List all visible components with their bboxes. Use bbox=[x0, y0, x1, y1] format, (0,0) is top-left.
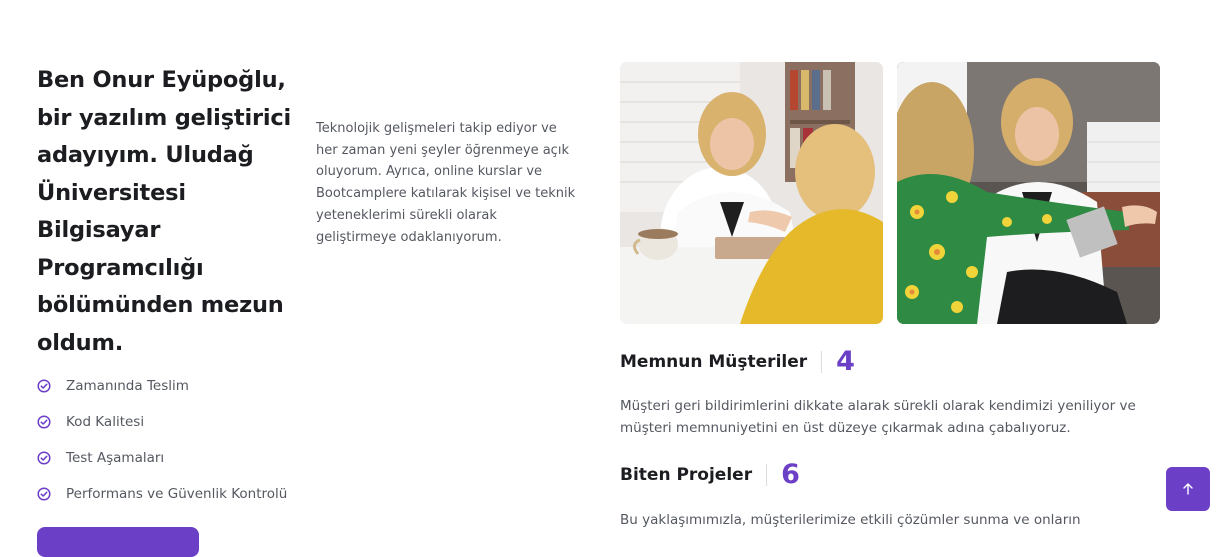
feature-list: Zamanında Teslim Kod Kalitesi Test Aşama… bbox=[37, 368, 287, 512]
feature-item: Kod Kalitesi bbox=[37, 404, 287, 440]
stat-divider bbox=[766, 463, 768, 486]
meeting-photo bbox=[897, 62, 1160, 324]
feature-item: Test Aşamaları bbox=[37, 440, 287, 476]
feature-label: Performans ve Güvenlik Kontrolü bbox=[66, 486, 288, 502]
feature-item: Performans ve Güvenlik Kontrolü bbox=[37, 476, 287, 512]
stat-value: 6 bbox=[781, 459, 800, 490]
stat-title: Memnun Müşteriler bbox=[620, 351, 808, 372]
stat-completed-projects: Biten Projeler 6 bbox=[620, 459, 800, 490]
stat-satisfied-customers: Memnun Müşteriler 4 bbox=[620, 346, 855, 377]
stat-title: Biten Projeler bbox=[620, 464, 753, 485]
scroll-to-top-button[interactable] bbox=[1166, 467, 1210, 511]
stat-description: Bu yaklaşımımızla, müşterilerimize etkil… bbox=[620, 512, 1081, 528]
cta-button[interactable] bbox=[37, 527, 199, 557]
office-handshake-photo bbox=[620, 62, 883, 324]
feature-label: Zamanında Teslim bbox=[66, 378, 189, 394]
arrow-up-icon bbox=[1180, 481, 1196, 497]
stat-value: 4 bbox=[836, 346, 855, 377]
stat-description: Müşteri geri bildirimlerini dikkate alar… bbox=[620, 398, 1136, 436]
feature-label: Kod Kalitesi bbox=[66, 414, 145, 430]
stat-divider bbox=[821, 350, 823, 373]
check-circle-icon bbox=[37, 487, 51, 501]
about-intro-text: Teknolojik gelişmeleri takip ediyor ve h… bbox=[316, 121, 576, 245]
about-headline: Ben Onur Eyüpoğlu, bir yazılım geliştiri… bbox=[37, 67, 292, 356]
check-circle-icon bbox=[37, 451, 51, 465]
check-circle-icon bbox=[37, 379, 51, 393]
feature-item: Zamanında Teslim bbox=[37, 368, 287, 404]
feature-label: Test Aşamaları bbox=[66, 450, 165, 466]
check-circle-icon bbox=[37, 415, 51, 429]
